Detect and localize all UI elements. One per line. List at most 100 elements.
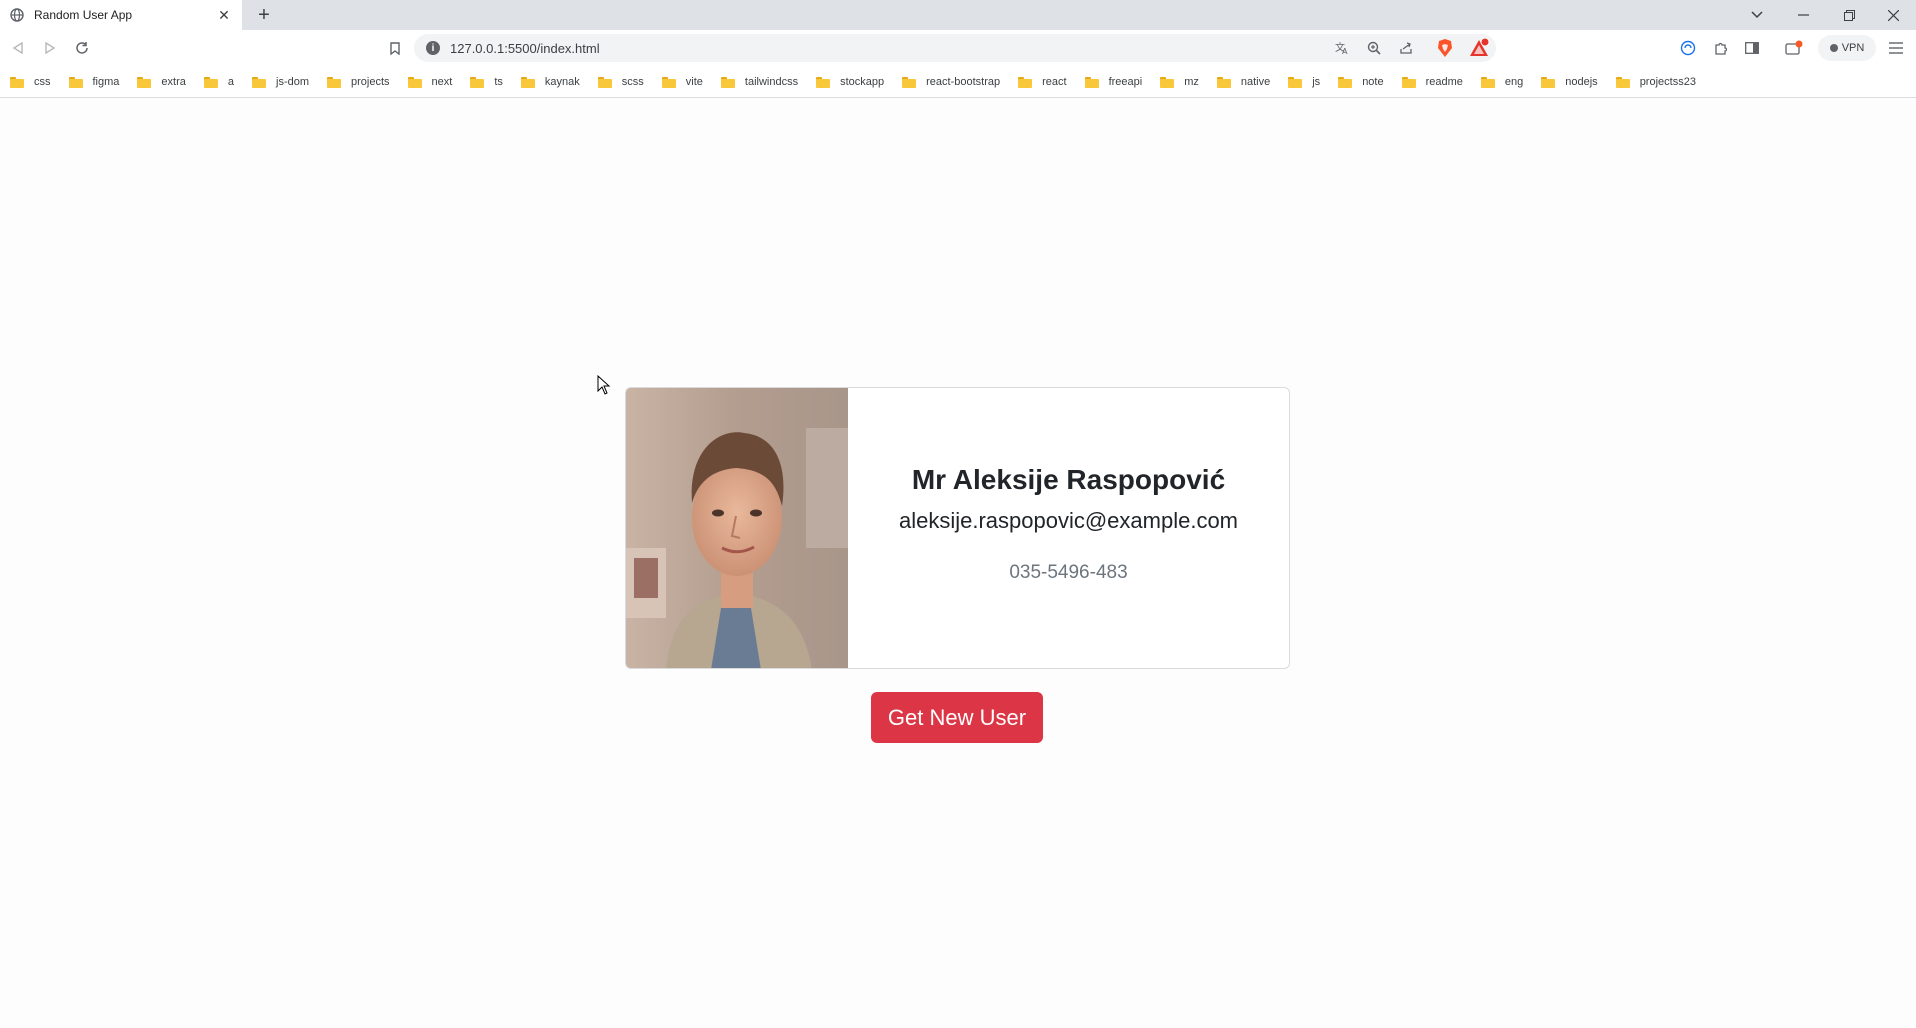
bookmark-label: ts [494,76,503,88]
browser-toolbar: i 127.0.0.1:5500/index.html 文A VPN [0,30,1916,66]
bookmark-label: js-dom [276,76,310,88]
bookmark-folder[interactable]: a [203,76,234,88]
folder-icon [816,76,831,88]
tab-title: Random User App [34,8,133,22]
zoom-icon[interactable] [1364,38,1384,58]
bookmark-folder[interactable]: scss [597,76,644,88]
reload-button[interactable] [70,36,94,60]
extensions-puzzle-icon[interactable] [1708,36,1732,60]
bookmark-folder[interactable]: projectss23 [1615,76,1696,88]
user-photo [626,388,848,668]
bookmark-folder[interactable]: css [10,76,51,88]
bookmark-folder[interactable]: vite [661,76,703,88]
bookmark-label: note [1362,76,1384,88]
bookmark-folder[interactable]: stockapp [816,76,884,88]
translate-icon[interactable]: 文A [1332,38,1352,58]
bookmark-icon[interactable] [383,36,407,60]
page-content: Mr Aleksije Raspopović aleksije.raspopov… [0,99,1916,1028]
brave-shields-icon[interactable] [1434,37,1456,59]
bookmark-folder[interactable]: kaynak [520,76,580,88]
mouse-cursor-icon [597,374,611,395]
tab-search-icon[interactable] [1734,0,1780,30]
bookmark-folder[interactable]: tailwindcss [720,76,799,88]
brave-rewards-icon[interactable] [1468,37,1490,59]
folder-icon [327,76,342,88]
folder-icon [661,76,676,88]
bookmark-label: vite [685,76,703,88]
folder-icon [1216,76,1231,88]
bookmark-label: projectss23 [1639,76,1696,88]
bookmark-label: react [1042,76,1067,88]
site-info-icon[interactable]: i [426,41,440,55]
folder-icon [68,76,83,88]
bookmark-label: stockapp [840,76,885,88]
menu-icon[interactable] [1884,36,1908,60]
bookmark-label: scss [621,76,644,88]
bookmark-folder[interactable]: mz [1160,76,1199,88]
folder-icon [1338,76,1353,88]
bookmark-folder[interactable]: nodejs [1541,76,1598,88]
close-tab-icon[interactable]: ✕ [216,7,232,23]
new-tab-button[interactable]: + [252,3,276,27]
folder-icon [407,76,422,88]
svg-text:A: A [1342,47,1348,55]
folder-icon [137,76,152,88]
bookmark-label: freeapi [1108,76,1143,88]
folder-icon [720,76,735,88]
bookmark-label: js [1312,76,1321,88]
folder-icon [1615,76,1630,88]
bookmark-label: eng [1504,76,1524,88]
bookmark-folder[interactable]: native [1216,76,1270,88]
sidebar-icon[interactable] [1740,36,1764,60]
bookmark-folder[interactable]: extra [137,76,186,88]
forward-button[interactable] [38,36,62,60]
bookmark-folder[interactable]: projects [327,76,390,88]
folder-icon [1480,76,1495,88]
bookmark-label: mz [1184,76,1199,88]
vpn-label: VPN [1841,42,1865,54]
folder-icon [1160,76,1175,88]
tab-random-user-app[interactable]: Random User App ✕ [0,0,242,30]
bookmark-folder[interactable]: js [1288,76,1320,88]
bookmark-folder[interactable]: note [1338,76,1384,88]
user-phone: 035-5496-483 [1009,562,1128,583]
extension-icon[interactable] [1676,36,1700,60]
bookmark-folder[interactable]: freeapi [1084,76,1143,88]
bookmark-label: css [34,76,51,88]
folder-icon [597,76,612,88]
minimize-button[interactable] [1780,0,1826,30]
url-text: 127.0.0.1:5500/index.html [450,41,600,56]
get-new-user-button[interactable]: Get New User [871,692,1043,743]
back-button[interactable] [6,36,30,60]
folder-icon [1018,76,1033,88]
folder-icon [1541,76,1556,88]
bookmark-folder[interactable]: react-bootstrap [902,76,1000,88]
bookmark-folder[interactable]: react [1018,76,1067,88]
vpn-button[interactable]: VPN [1818,35,1876,61]
bookmark-label: kaynak [544,76,580,88]
bookmark-folder[interactable]: eng [1480,76,1524,88]
vpn-status-icon [1829,44,1838,52]
folder-icon [902,76,917,88]
user-info: Mr Aleksije Raspopović aleksije.raspopov… [848,388,1289,668]
bookmark-folder[interactable]: readme [1401,76,1463,88]
bookmark-label: readme [1425,76,1463,88]
wallet-icon[interactable] [1782,36,1806,60]
bookmark-folder[interactable]: next [407,76,453,88]
share-icon[interactable] [1396,38,1416,58]
restore-button[interactable] [1826,0,1872,30]
bookmark-label: next [431,76,453,88]
close-window-button[interactable] [1870,0,1916,30]
bookmark-label: figma [92,76,120,88]
bookmark-folder[interactable]: figma [68,76,120,88]
bookmark-label: tailwindcss [744,76,799,88]
address-bar[interactable]: i 127.0.0.1:5500/index.html 文A [414,34,1496,62]
bookmarks-list: css figma extra a js-dom projects next ts kaynak… [10,66,1714,98]
bookmarks-bar: css figma extra a js-dom projects next ts kaynak… [0,66,1916,98]
bookmark-folder[interactable]: js-dom [252,76,309,88]
tab-strip: Random User App ✕ + [0,0,1916,30]
bookmark-folder[interactable]: ts [470,76,503,88]
folder-icon [10,76,24,88]
folder-icon [1084,76,1099,88]
folder-icon [203,76,218,88]
